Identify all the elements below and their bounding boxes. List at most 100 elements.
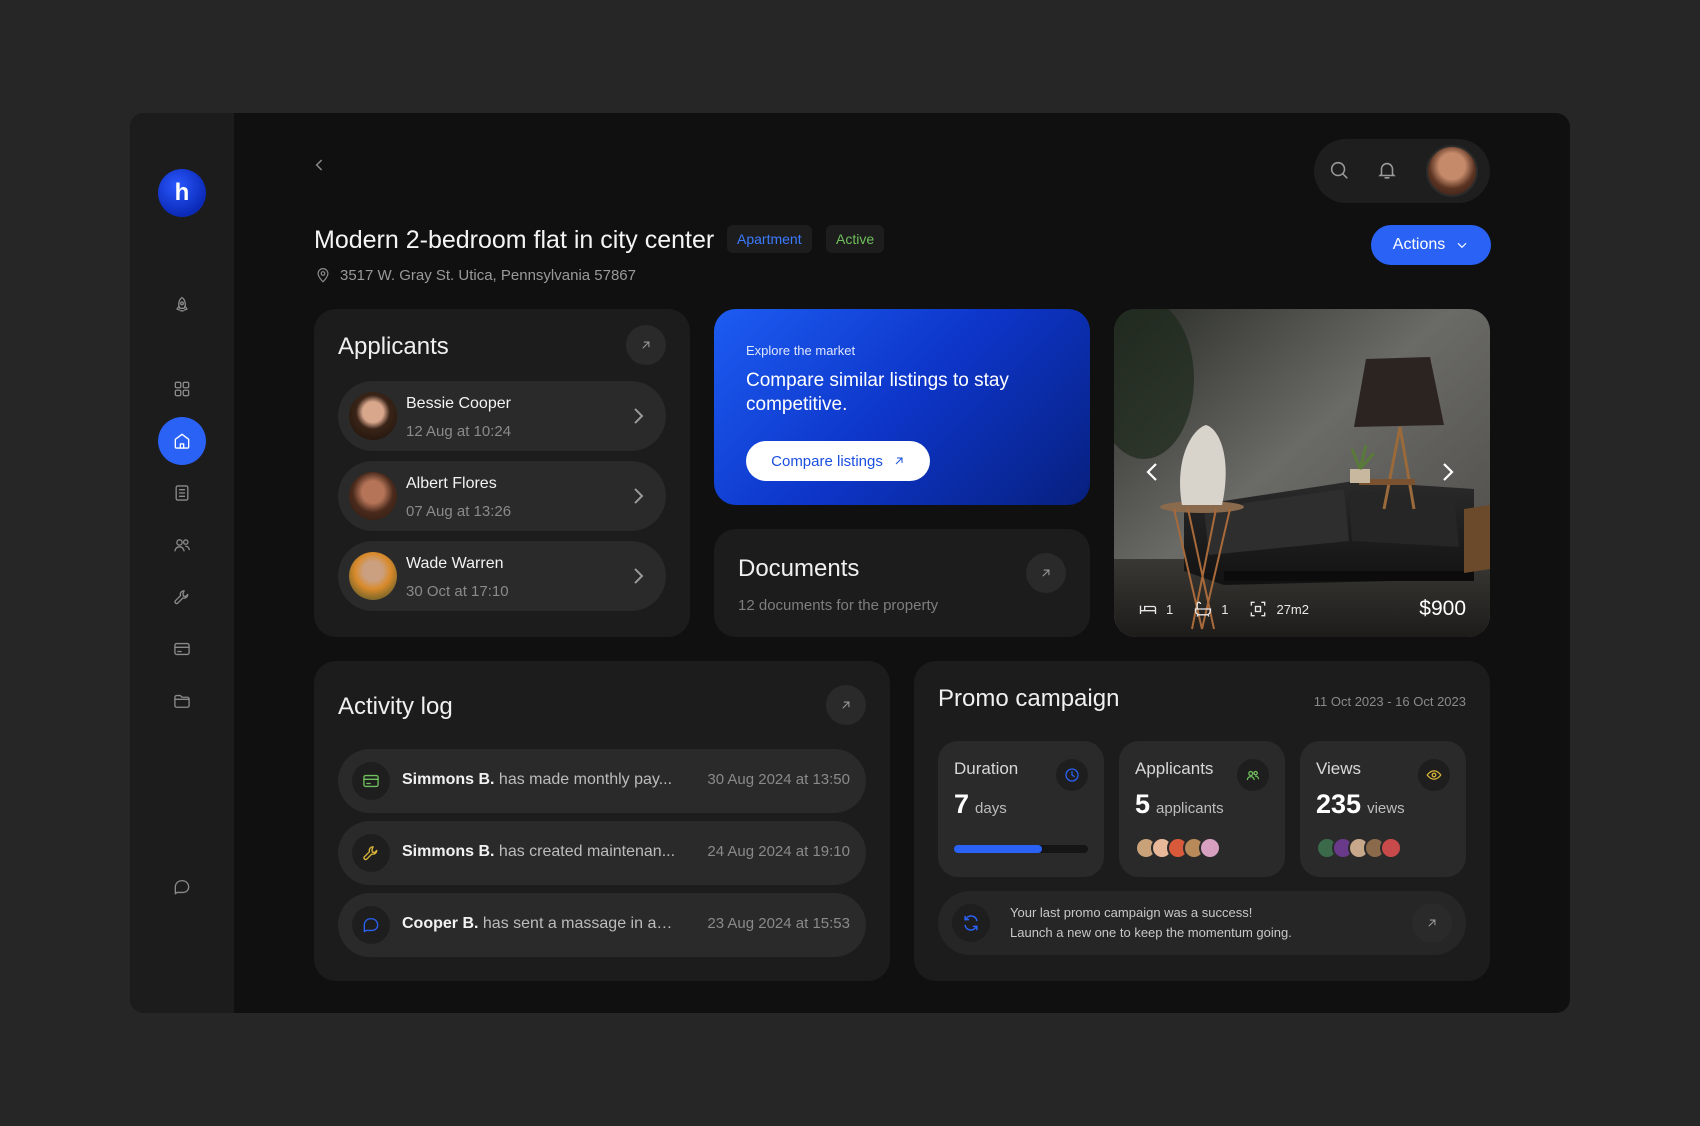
explore-headline: Compare similar listings to stay competi…: [746, 370, 1009, 415]
activity-item[interactable]: Cooper B. has sent a massage in ap... 23…: [338, 893, 866, 957]
arrow-up-right-icon: [1428, 919, 1436, 927]
home-icon: [174, 433, 190, 449]
applicant-name: Albert Flores: [406, 475, 497, 492]
sidebar-item-reports[interactable]: [158, 469, 206, 517]
chat-icon: [174, 880, 190, 895]
views-label: Views: [1316, 759, 1362, 778]
sidebar-item-files[interactable]: [158, 677, 206, 725]
search-icon: [1330, 161, 1348, 179]
promo-message-line1: Your last promo campaign was a success!: [1010, 905, 1253, 920]
documents-open-button[interactable]: [1026, 553, 1066, 593]
applicants-title: Applicants: [338, 333, 449, 360]
activity-item[interactable]: Simmons B. has created maintenan... 24 A…: [338, 821, 866, 885]
sidebar-item-maintenance[interactable]: [158, 573, 206, 621]
users-icon: [174, 539, 190, 552]
viewer-avatars: [1316, 837, 1402, 859]
property-address: 3517 W. Gray St. Utica, Pennsylvania 578…: [314, 266, 636, 284]
address-text: 3517 W. Gray St. Utica, Pennsylvania 578…: [340, 266, 636, 284]
compare-listings-label: Compare listings: [771, 452, 883, 470]
arrow-up-right-icon: [642, 341, 650, 349]
photo-next-button[interactable]: [1440, 461, 1460, 485]
page-title: Modern 2-bedroom flat in city center: [314, 226, 715, 254]
applicant-avatar: [349, 552, 397, 600]
card-icon: [352, 762, 390, 800]
explore-market-card: Explore the market Compare similar listi…: [714, 309, 1090, 505]
bed-icon: [1139, 605, 1157, 614]
notifications-button[interactable]: [1376, 159, 1400, 183]
duration-progress: [954, 845, 1088, 853]
applicant-item[interactable]: Bessie Cooper 12 Aug at 10:24: [338, 381, 666, 451]
chevron-right-icon: [632, 406, 646, 426]
applicants-stat-value: 5 applicants: [1135, 789, 1224, 819]
sidebar-item-tenants[interactable]: [158, 521, 206, 569]
avatar: [1199, 837, 1221, 859]
actions-label: Actions: [1392, 236, 1446, 253]
actions-dropdown-button[interactable]: Actions: [1371, 225, 1491, 265]
activity-time: 30 Aug 2024 at 13:50: [707, 771, 850, 788]
arrow-up-right-icon: [842, 701, 850, 709]
chevron-down-icon: [1457, 242, 1467, 249]
sidebar-item-rocket[interactable]: [158, 281, 206, 329]
applicants-open-button[interactable]: [626, 325, 666, 365]
chevron-right-icon: [632, 566, 646, 586]
sidebar-item-dashboard[interactable]: [158, 365, 206, 413]
activity-time: 23 Aug 2024 at 15:53: [707, 915, 850, 932]
promo-launch-button[interactable]: [1412, 903, 1452, 943]
chevron-right-icon: [632, 486, 646, 506]
applicant-item[interactable]: Albert Flores 07 Aug at 13:26: [338, 461, 666, 531]
chat-icon: [352, 906, 390, 944]
explore-kicker: Explore the market: [746, 343, 856, 358]
grid-icon: [174, 381, 190, 397]
documents-card[interactable]: Documents 12 documents for the property: [714, 529, 1090, 637]
sidebar: h: [130, 113, 234, 1013]
baths-count: 1: [1221, 601, 1229, 617]
wrench-icon: [352, 834, 390, 872]
users-icon: [1237, 759, 1269, 791]
photo-prev-button[interactable]: [1144, 461, 1164, 485]
promo-message[interactable]: Your last promo campaign was a success! …: [938, 891, 1466, 955]
listing-price: $900: [1419, 597, 1466, 620]
applicants-stat-label: Applicants: [1135, 759, 1214, 778]
top-right-toolbar: [1314, 139, 1490, 203]
location-pin-icon: [317, 268, 329, 283]
area-value: 27m2: [1276, 601, 1309, 617]
chevron-right-icon: [1443, 463, 1454, 481]
brand-logo[interactable]: h: [158, 169, 206, 217]
search-button[interactable]: [1328, 159, 1352, 183]
applicant-avatars: [1135, 837, 1221, 859]
views-value: 235 views: [1316, 789, 1405, 819]
bell-icon: [1378, 162, 1396, 179]
card-icon: [174, 642, 190, 656]
activity-text: Simmons B. has created maintenan...: [402, 843, 676, 860]
activity-time: 24 Aug 2024 at 19:10: [707, 843, 850, 860]
applicant-name: Bessie Cooper: [406, 395, 511, 412]
duration-stat: Duration 7 days: [938, 741, 1104, 877]
applicant-avatar: [349, 392, 397, 440]
duration-value: 7 days: [954, 789, 1007, 819]
listing-photo: [1114, 309, 1490, 637]
listing-specs: 1 1 27m2: [1138, 599, 1309, 619]
type-badge: Apartment: [727, 225, 812, 253]
promo-title: Promo campaign: [938, 685, 1120, 712]
sidebar-item-chat[interactable]: [158, 863, 206, 911]
back-button[interactable]: [310, 155, 334, 179]
applicant-date: 07 Aug at 13:26: [406, 503, 512, 520]
chevron-left-icon: [1146, 463, 1157, 481]
applicants-stat: Applicants 5 applicants: [1119, 741, 1285, 877]
applicant-avatar: [349, 472, 397, 520]
folder-icon: [174, 694, 190, 708]
activity-item[interactable]: Simmons B. has made monthly pay... 30 Au…: [338, 749, 866, 813]
arrow-up-right-icon: [895, 457, 903, 465]
promo-message-line2: Launch a new one to keep the momentum go…: [1010, 925, 1292, 940]
wrench-icon: [174, 590, 189, 605]
area-icon: [1251, 601, 1266, 617]
sidebar-item-payments[interactable]: [158, 625, 206, 673]
sidebar-item-properties[interactable]: [158, 417, 206, 465]
listing-photo-card[interactable]: 1 1 27m2 $900: [1114, 309, 1490, 637]
activity-open-button[interactable]: [826, 685, 866, 725]
compare-listings-button[interactable]: Compare listings: [746, 441, 930, 481]
avatar: [1380, 837, 1402, 859]
activity-title: Activity log: [338, 693, 453, 720]
user-avatar[interactable]: [1426, 145, 1478, 197]
applicant-item[interactable]: Wade Warren 30 Oct at 17:10: [338, 541, 666, 611]
